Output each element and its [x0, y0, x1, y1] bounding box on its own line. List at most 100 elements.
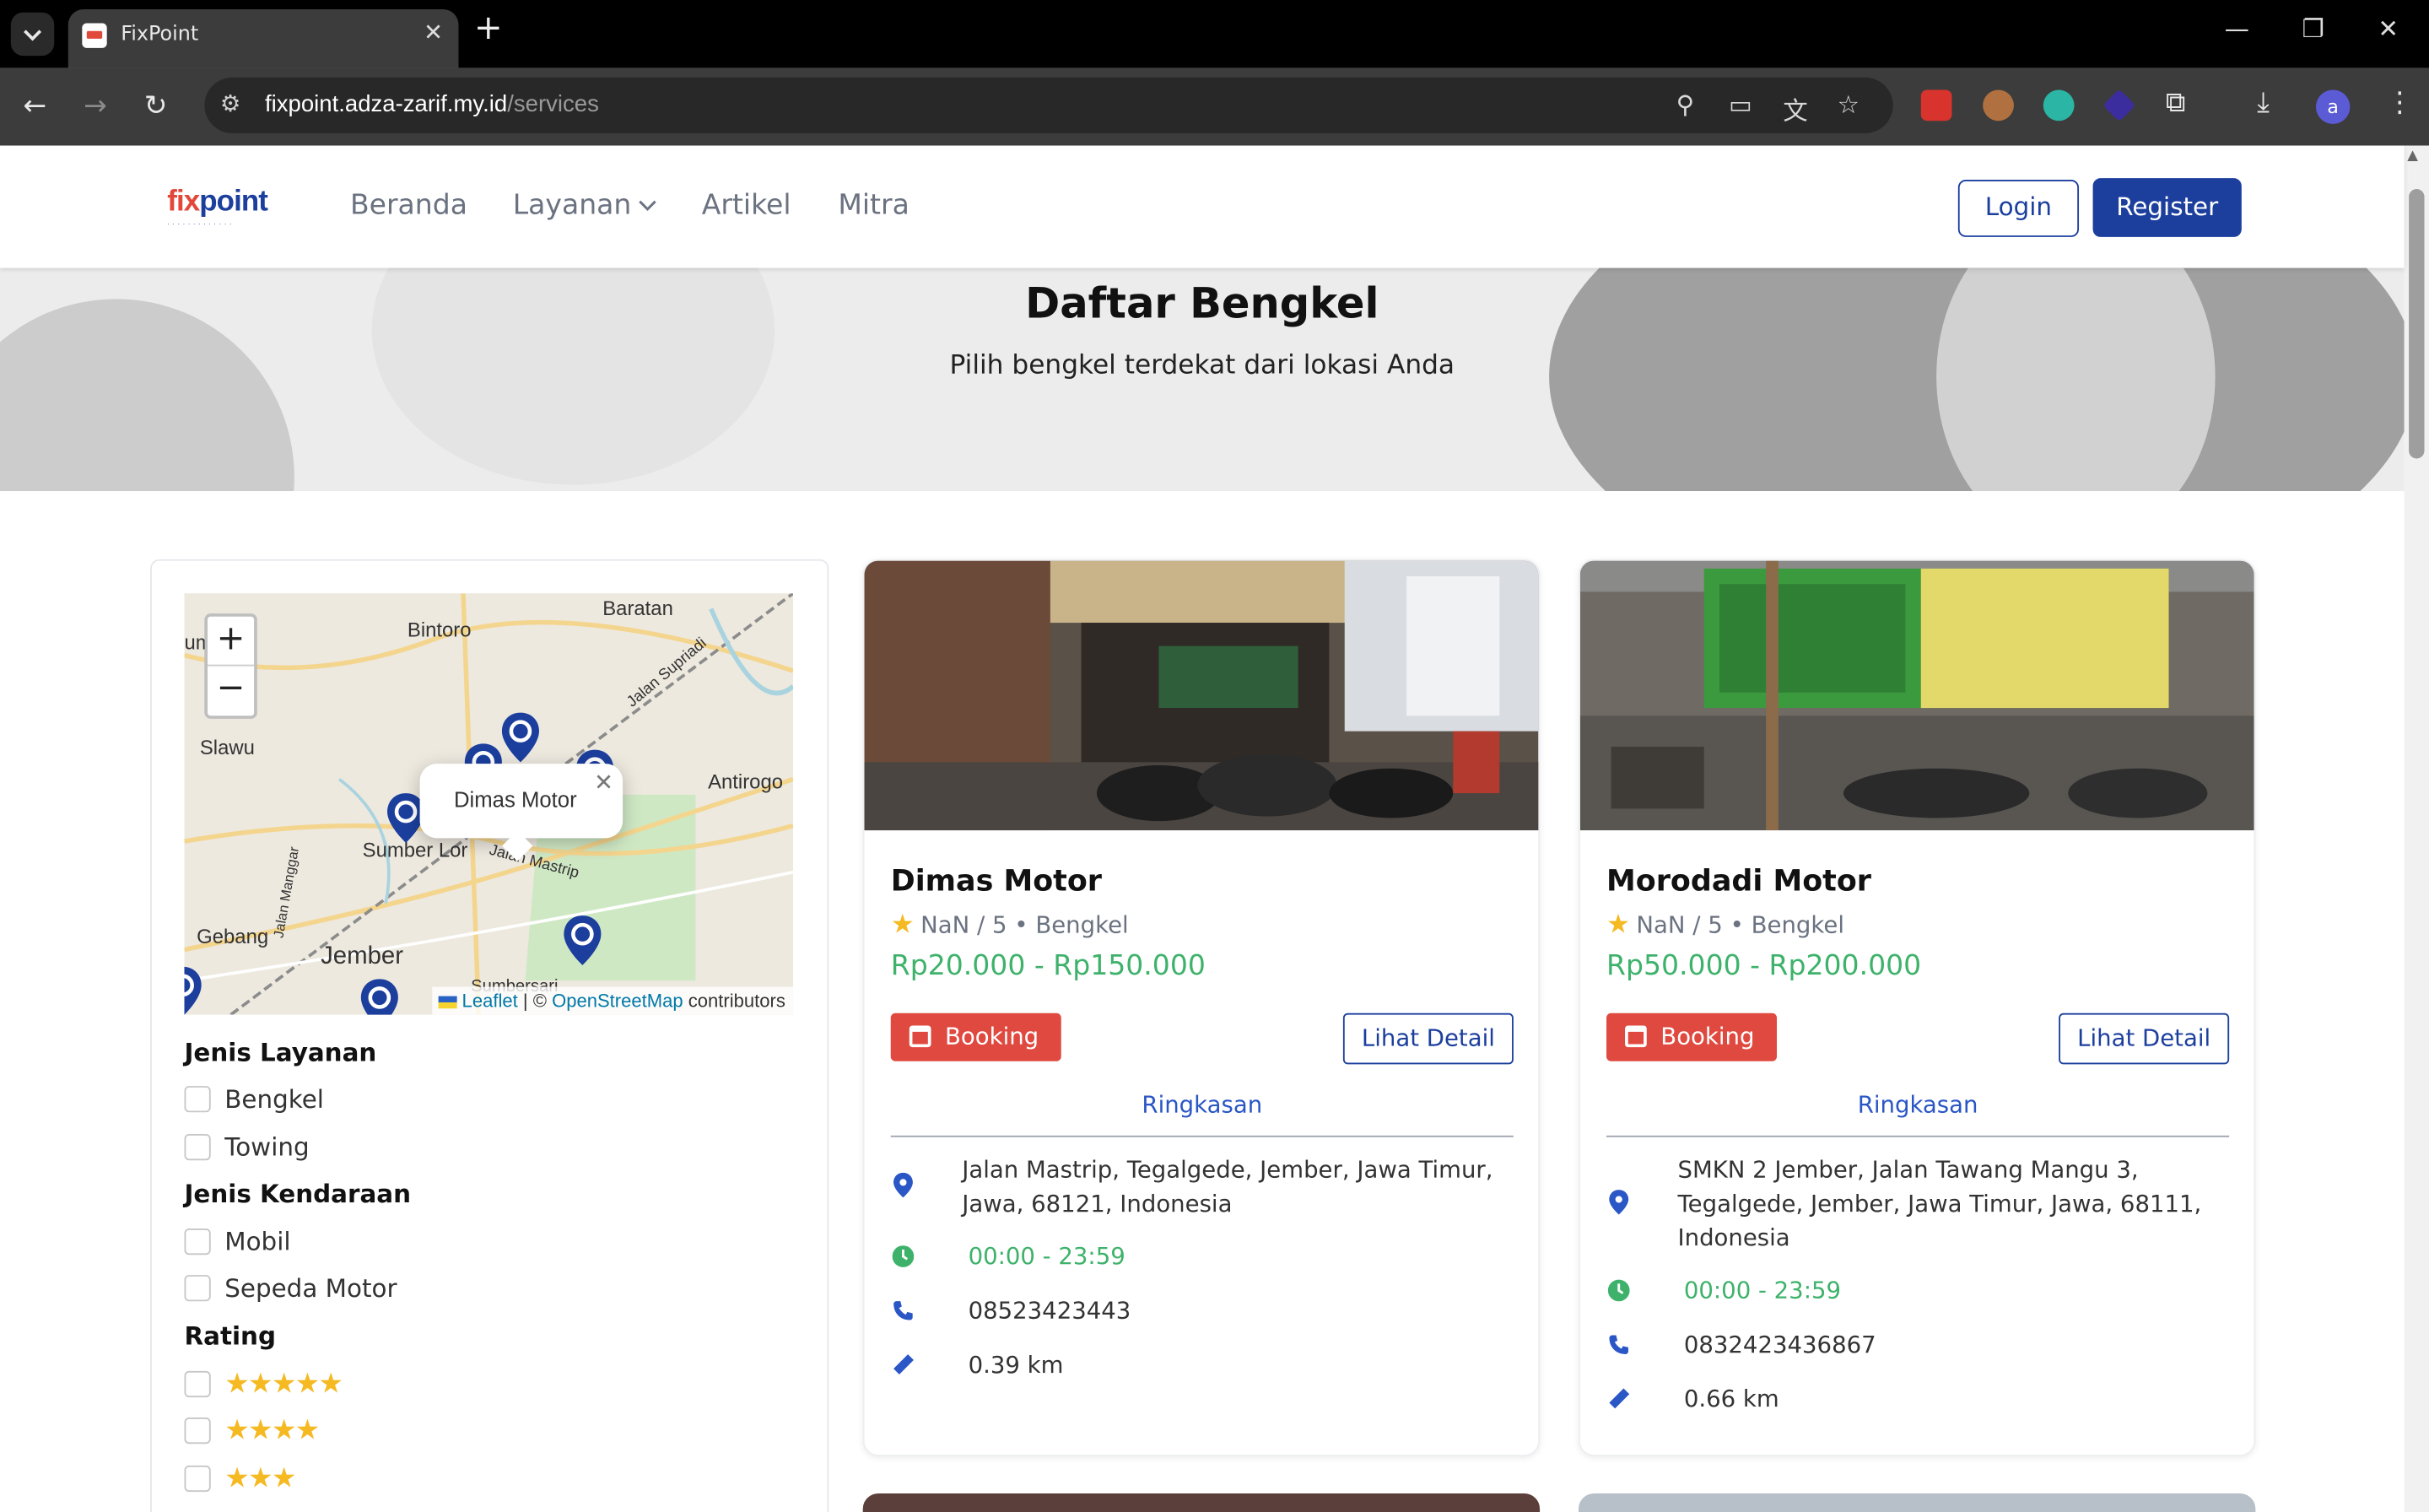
checkbox[interactable]: [184, 1275, 211, 1302]
map-marker-icon[interactable]: [359, 978, 400, 1015]
star-rating-icons: ★★★★: [224, 1414, 320, 1447]
service-price: Rp20.000 - Rp150.000: [890, 949, 1206, 983]
install-app-icon[interactable]: ▭: [1729, 89, 1752, 119]
reload-icon[interactable]: ↻: [144, 89, 168, 122]
detail-button[interactable]: Lihat Detail: [1342, 1012, 1514, 1065]
divider: [890, 1135, 1514, 1137]
back-arrow-icon[interactable]: ←: [24, 89, 47, 122]
map-marker-icon[interactable]: [500, 711, 541, 764]
cookie-extension-icon[interactable]: [1983, 89, 2014, 122]
calendar-icon: [909, 1025, 931, 1048]
download-icon[interactable]: ⤓: [2257, 87, 2270, 120]
attribution-suffix: contributors: [688, 990, 785, 1012]
close-window-icon[interactable]: ✕: [2378, 14, 2399, 44]
browser-menu-icon[interactable]: ⋮: [2386, 87, 2414, 120]
zoom-in-button[interactable]: +: [208, 617, 255, 667]
register-button[interactable]: Register: [2092, 178, 2242, 237]
login-button[interactable]: Login: [1957, 179, 2080, 237]
ukraine-flag-icon: [438, 996, 457, 1009]
map-marker-icon[interactable]: [184, 965, 202, 1015]
workshop-photo[interactable]: [1579, 560, 2256, 831]
checkbox[interactable]: [184, 1418, 211, 1444]
workshop-photo[interactable]: [864, 560, 1541, 831]
map-popup: Dimas Motor ✕: [419, 764, 623, 861]
service-name: Dimas Motor: [890, 864, 1103, 899]
extension-purple-icon[interactable]: [2102, 89, 2136, 122]
detail-button[interactable]: Lihat Detail: [2059, 1012, 2230, 1065]
map-label-jember: Jember: [321, 943, 404, 970]
filter-heading-rating: Rating: [184, 1321, 276, 1352]
service-card-peek[interactable]: [862, 1493, 1541, 1512]
location-pin-icon: [1609, 1190, 1629, 1215]
map-zoom-control: + −: [204, 613, 257, 719]
checkbox[interactable]: [184, 1465, 211, 1493]
extensions-puzzle-icon[interactable]: ⧉: [2166, 87, 2186, 120]
map-label-gebang: Gebang: [197, 925, 269, 948]
browser-toolbar: ← → ↻ ⚙ fixpoint.adza-zarif.my.id/servic…: [0, 68, 2429, 146]
service-phone: 0832423436867: [1683, 1331, 1876, 1359]
service-name: Morodadi Motor: [1606, 864, 1872, 899]
profile-avatar[interactable]: a: [2315, 89, 2351, 124]
site-info-icon[interactable]: ⚙: [220, 89, 241, 117]
page-title: Daftar Bengkel: [1025, 280, 1379, 329]
nav-beranda[interactable]: Beranda: [350, 189, 467, 222]
tab-search-button[interactable]: [10, 12, 55, 57]
new-tab-plus-icon[interactable]: +: [474, 9, 503, 48]
forward-arrow-icon[interactable]: →: [84, 89, 107, 122]
service-address: SMKN 2 Jember, Jalan Tawang Mangu 3, Teg…: [1677, 1155, 2202, 1252]
bookmark-star-icon[interactable]: ☆: [1838, 89, 1860, 119]
tab-strip: FixPoint ✕ + — ❐ ✕: [0, 0, 2429, 68]
star-rating-icons: ★★★: [224, 1462, 296, 1495]
openstreetmap-link[interactable]: OpenStreetMap: [552, 990, 683, 1012]
zoom-out-button[interactable]: −: [208, 667, 254, 716]
scroll-up-arrow-icon[interactable]: ▲: [2407, 148, 2418, 164]
filter-heading-service: Jenis Layanan: [184, 1038, 377, 1068]
checkbox[interactable]: [184, 1228, 211, 1256]
leaflet-link[interactable]: Leaflet: [462, 990, 518, 1012]
browser-window: FixPoint ✕ + — ❐ ✕ ← → ↻ ⚙ fixpoint.adza…: [0, 0, 2429, 1512]
restore-icon[interactable]: ❐: [2302, 14, 2324, 44]
clock-icon: [1607, 1279, 1630, 1302]
summary-tab[interactable]: Ringkasan: [891, 1091, 1514, 1119]
checkbox[interactable]: [184, 1134, 211, 1161]
booking-button[interactable]: Booking: [1606, 1012, 1778, 1061]
url-text[interactable]: fixpoint.adza-zarif.my.id/services: [265, 91, 599, 117]
map-marker-icon[interactable]: [563, 914, 603, 966]
scrollbar-thumb[interactable]: [2409, 189, 2425, 459]
summary-tab[interactable]: Ringkasan: [1606, 1091, 2229, 1119]
fixpoint-logo[interactable]: fixpoint · · · · · · · · · · · · ·: [167, 186, 282, 232]
chevron-down-icon: [638, 200, 656, 211]
address-bar[interactable]: ⚙ fixpoint.adza-zarif.my.id/services ⚲ ▭…: [204, 77, 1893, 133]
ruler-icon: [1609, 1388, 1630, 1409]
service-card-peek[interactable]: [1578, 1493, 2256, 1512]
service-phone: 08523423443: [968, 1296, 1131, 1325]
map-label-antirogo: Antirogo: [708, 770, 784, 794]
service-distance: 0.66 km: [1683, 1385, 1779, 1413]
booking-button[interactable]: Booking: [890, 1012, 1061, 1061]
service-hours: 00:00 - 23:59: [1683, 1276, 1842, 1304]
map-label-baratan: Baratan: [602, 596, 673, 620]
clock-icon: [892, 1245, 915, 1267]
checkbox[interactable]: [184, 1086, 211, 1113]
nav-layanan[interactable]: Layanan: [513, 189, 658, 222]
filter-heading-vehicle: Jenis Kendaraan: [184, 1179, 412, 1209]
minimize-icon[interactable]: —: [2225, 14, 2249, 44]
location-icon[interactable]: ⚲: [1676, 89, 1695, 119]
star-icon: ★: [890, 909, 915, 941]
popup-close-icon[interactable]: ✕: [594, 769, 613, 796]
map-label-slawu: Slawu: [199, 736, 255, 759]
service-hours: 00:00 - 23:59: [968, 1242, 1125, 1271]
star-icon: ★: [1606, 909, 1631, 941]
checkbox[interactable]: [184, 1370, 211, 1398]
translate-icon[interactable]: 文: [1783, 89, 1807, 127]
map-popup-text: Dimas Motor: [453, 786, 577, 813]
nav-artikel[interactable]: Artikel: [702, 189, 791, 222]
extension-m-icon[interactable]: [2043, 89, 2075, 122]
service-card: Dimas Motor ★ NaN / 5 • Bengkel Rp20.000 …: [862, 559, 1541, 1456]
active-tab[interactable]: FixPoint ✕: [67, 9, 459, 68]
star-rating-icons: ★★★★★: [224, 1368, 343, 1401]
extension-red-icon[interactable]: [1920, 89, 1952, 122]
nav-mitra[interactable]: Mitra: [838, 189, 910, 222]
map-widget[interactable]: Bintoro Baratan Slawu Antirogo Sumber Lo…: [184, 593, 794, 1015]
tab-close-icon[interactable]: ✕: [424, 19, 443, 46]
